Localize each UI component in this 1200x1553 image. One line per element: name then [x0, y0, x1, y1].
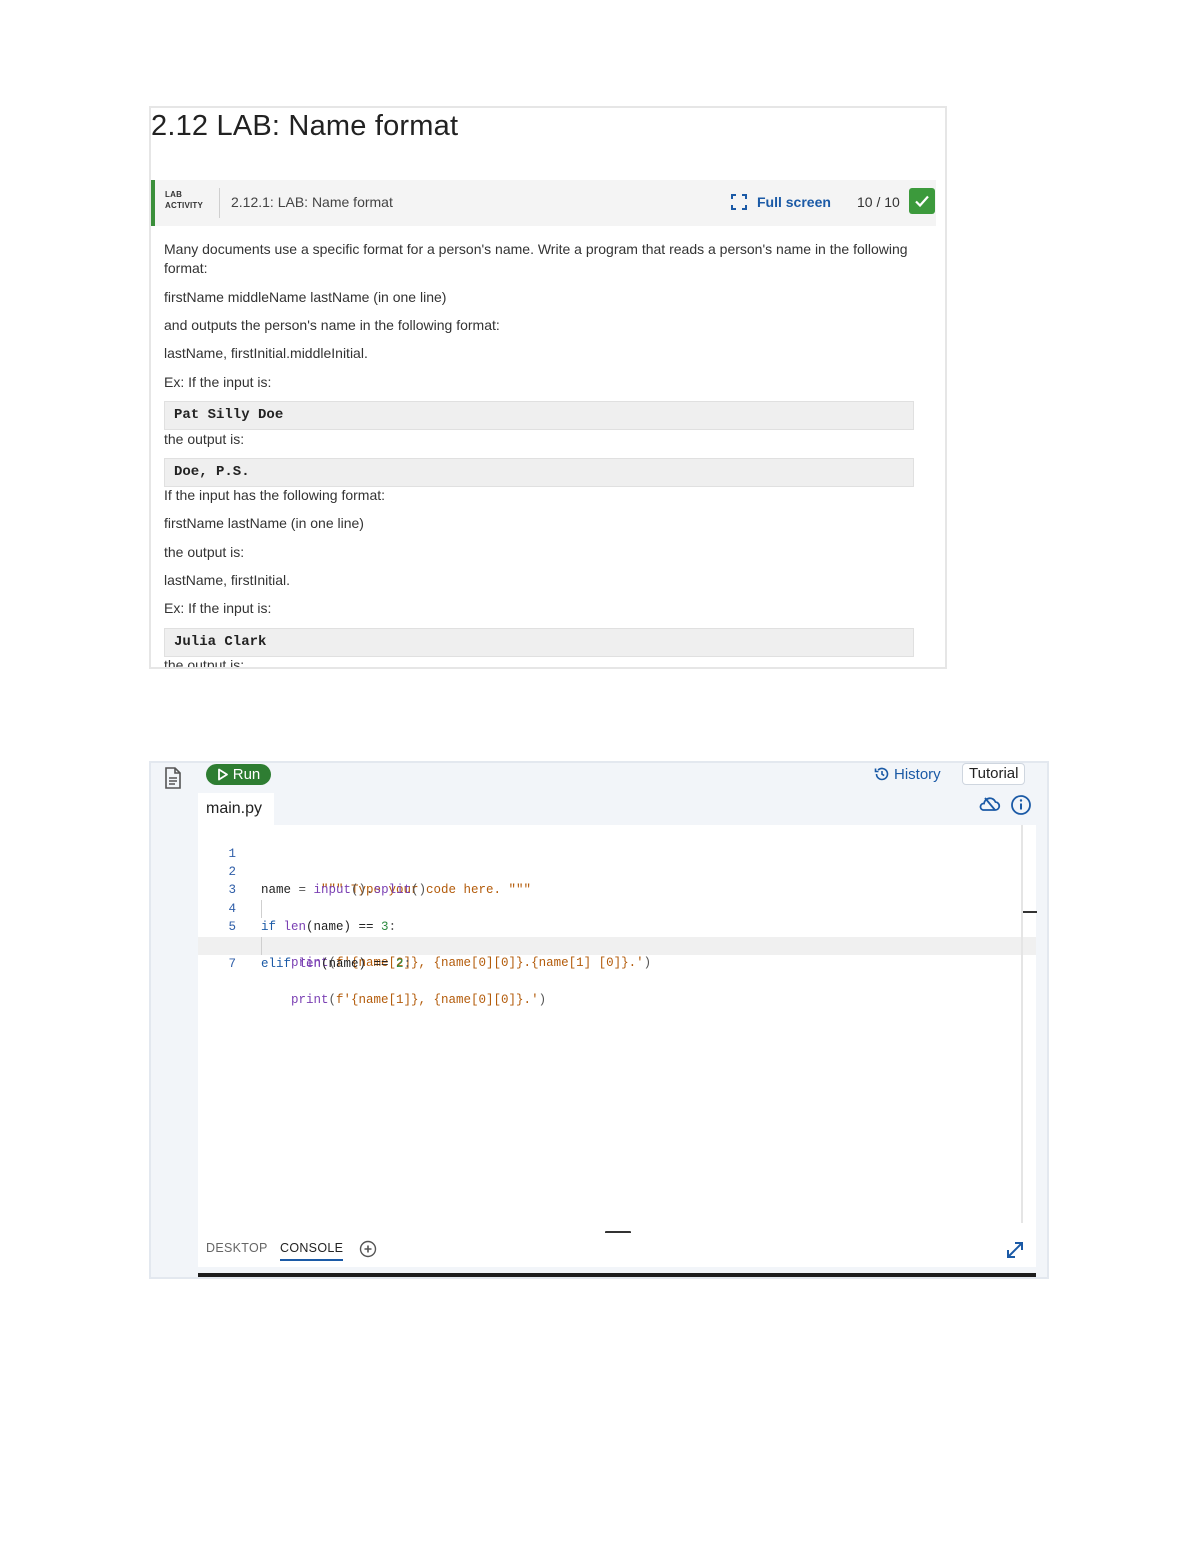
code-line: 3 [198, 863, 1036, 897]
instruction-text: lastName, firstInitial. [164, 572, 291, 588]
instruction-text: and outputs the person's name in the fol… [164, 317, 500, 333]
example-input-code: Julia Clark [164, 628, 914, 657]
page-title: 2.12 LAB: Name format [151, 110, 459, 142]
tutorial-button[interactable]: Tutorial [962, 763, 1026, 785]
code-token: : [403, 957, 412, 971]
instruction-text: the output is: [164, 657, 245, 669]
code-token: 2 [396, 957, 404, 971]
history-label: History [894, 765, 941, 783]
code-line: 4 if len(name) == 3: [198, 882, 1036, 934]
activity-type-line2: ACTIVITY [165, 201, 204, 210]
code-content: elif len(name) == 2: [261, 955, 411, 973]
scrollbar-marker [1023, 911, 1037, 913]
tab-console[interactable]: CONSOLE [280, 1241, 344, 1261]
code-token: elif [261, 957, 299, 971]
instruction-text: lastName, firstInitial.middleInitial. [164, 345, 368, 361]
instruction-text: Many documents use a specific format for… [164, 241, 908, 257]
history-icon [874, 767, 889, 781]
instruction-text: format: [164, 260, 208, 276]
code-token: ) [643, 956, 652, 970]
indent-guide [261, 900, 262, 918]
file-icon[interactable] [163, 767, 183, 794]
code-token: print [291, 993, 329, 1007]
cloud-sync-icon[interactable] [977, 794, 1001, 819]
lab-description-panel: 2.12 LAB: Name format LAB ACTIVITY 2.12.… [149, 106, 947, 669]
code-line: 5 print(f'{name[2]}, {name[0][0]}.{name[… [198, 900, 1036, 970]
file-tab-main-py[interactable]: main.py [198, 793, 274, 827]
instruction-text: the output is: [164, 431, 245, 447]
editor-scrollbar[interactable] [1021, 825, 1023, 1223]
fullscreen-label: Full screen [757, 194, 831, 210]
fullscreen-button[interactable]: Full screen [731, 192, 831, 212]
code-line-active: 7 print(f'{name[1]}, {name[0][0]}.') [198, 937, 1036, 1007]
code-token: ( [328, 993, 337, 1007]
run-button[interactable]: Run [206, 764, 271, 785]
console-output[interactable] [198, 1273, 1036, 1277]
code-token: ) [538, 993, 547, 1007]
info-icon[interactable] [1010, 794, 1032, 821]
code-editor-panel: Run History Tutorial main.py 1 """ Type … [149, 761, 1049, 1279]
code-line: 1 """ Type your code here. """ [198, 827, 1036, 897]
checkmark-icon [915, 195, 929, 208]
code-line: 6 elif len(name) == 2: [198, 919, 1036, 971]
code-token: (name) == [321, 957, 397, 971]
line-number: 7 [228, 957, 236, 971]
activity-name: 2.12.1: LAB: Name format [231, 194, 393, 210]
history-button[interactable]: History [874, 764, 941, 784]
example-output-code: Doe, P.S. [164, 458, 914, 487]
activity-type-line1: LAB [165, 190, 183, 199]
code-token: len [298, 957, 322, 971]
example-input-code: Pat Silly Doe [164, 401, 914, 430]
instruction-text: firstName lastName (in one line) [164, 515, 364, 531]
instruction-text: Ex: If the input is: [164, 600, 272, 616]
plus-circle-icon [359, 1240, 377, 1258]
completed-badge [909, 188, 935, 214]
code-token: f'{name[1]}, {name[0][0]}.' [336, 993, 539, 1007]
activity-type-label: LAB ACTIVITY [165, 189, 203, 211]
instruction-text: the output is: [164, 544, 245, 560]
activity-header: LAB ACTIVITY 2.12.1: LAB: Name format Fu… [151, 180, 936, 226]
run-label: Run [232, 766, 261, 783]
play-icon [217, 768, 228, 781]
divider [219, 188, 220, 218]
code-editor[interactable]: 1 """ Type your code here. """ 2 name = … [198, 825, 1037, 1234]
output-tab-bar: DESKTOP CONSOLE [198, 1233, 1036, 1267]
add-tab-button[interactable] [359, 1240, 377, 1263]
fullscreen-icon [731, 194, 747, 210]
indent-guide [261, 937, 262, 955]
instruction-text: Ex: If the input is: [164, 374, 272, 390]
instruction-text: If the input has the following format: [164, 487, 386, 503]
expand-icon[interactable] [1004, 1239, 1026, 1266]
code-line: 2 name = input().split() [198, 845, 1036, 897]
score: 10 / 10 [857, 194, 900, 210]
instruction-text: firstName middleName lastName (in one li… [164, 289, 447, 305]
code-content: print(f'{name[1]}, {name[0][0]}.') [291, 991, 546, 1009]
tab-desktop[interactable]: DESKTOP [206, 1241, 268, 1255]
